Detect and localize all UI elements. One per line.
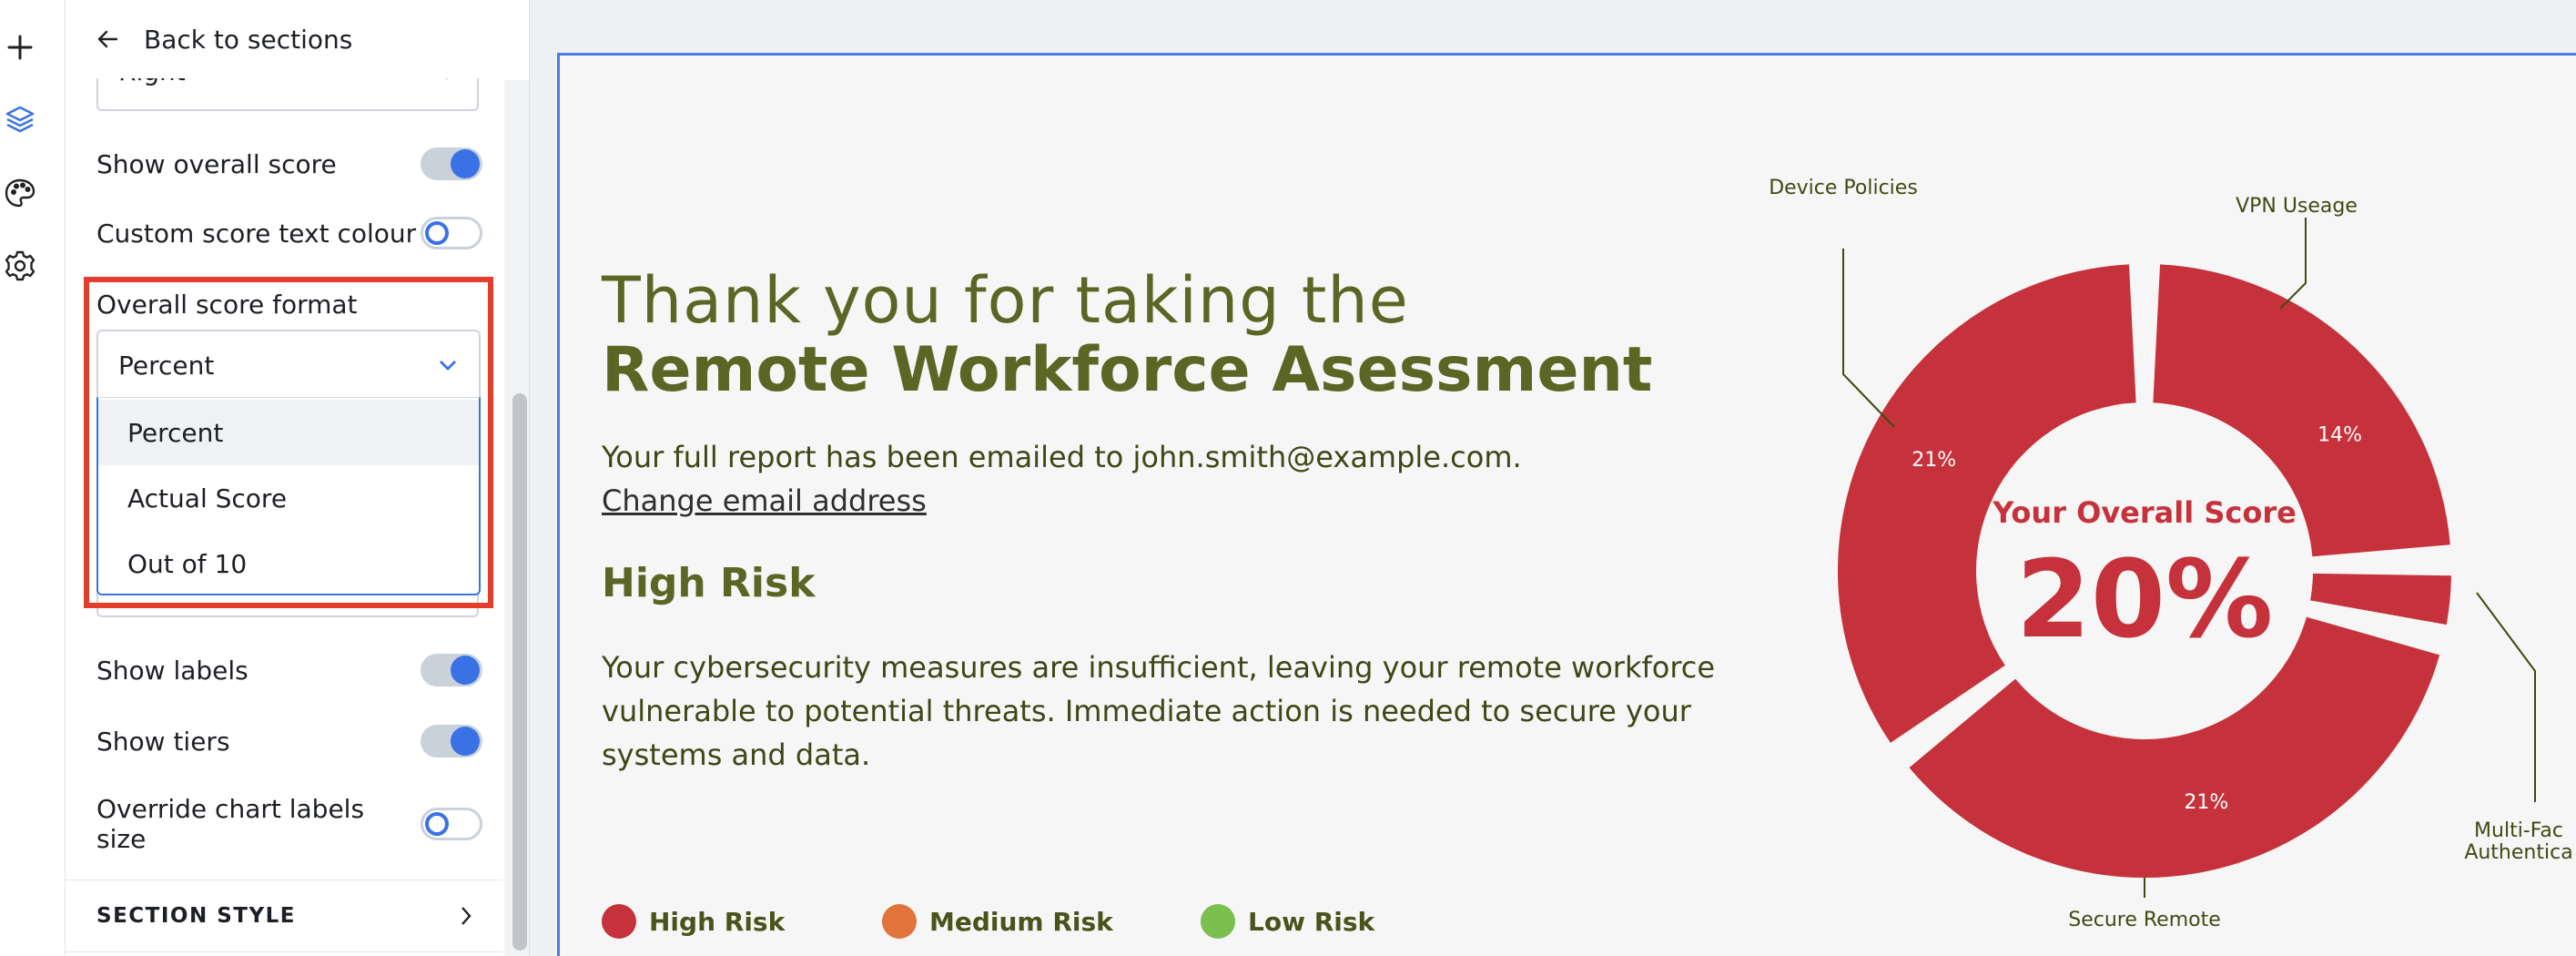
overall-score-format-options: Percent Actual Score Out of 10 <box>96 397 481 595</box>
overall-score-format-label: Overall score format <box>96 290 358 320</box>
donut-value-label-device-policies: 21% <box>1912 449 1956 472</box>
settings-panel: Back to sections Right Show overall scor… <box>66 0 530 956</box>
format-option-percent[interactable]: Percent <box>98 400 479 465</box>
override-chart-labels-size-label: Override chart labels size <box>96 794 365 854</box>
donut-callout-label-multi-factor-authentication: Multi-Fac Authentica <box>2464 819 2572 864</box>
show-overall-score-row: Show overall score <box>96 147 482 180</box>
show-labels-label: Show labels <box>96 655 248 686</box>
show-tiers-toggle[interactable] <box>421 725 482 758</box>
result-section-card[interactable]: Thank you for taking the Remote Workforc… <box>557 53 2576 956</box>
panel-scrollbar-thumb[interactable] <box>512 393 527 951</box>
donut-callout-label-device-policies: Device Policies <box>1769 177 1918 199</box>
arrow-left-icon <box>97 30 118 48</box>
custom-score-text-colour-row: Custom score text colour <box>96 217 482 249</box>
show-tiers-row: Show tiers <box>96 725 482 758</box>
icon-rail <box>0 0 66 956</box>
chevron-down-icon <box>440 361 456 371</box>
format-option-out-of-10[interactable]: Out of 10 <box>98 531 479 596</box>
custom-score-text-colour-toggle[interactable] <box>421 217 482 249</box>
back-to-sections-button[interactable]: Back to sections <box>66 0 529 78</box>
plus-icon[interactable] <box>0 27 40 67</box>
show-tiers-label: Show tiers <box>96 726 230 757</box>
overall-score-format-select[interactable]: Percent <box>96 330 481 399</box>
overall-score-value: 20% <box>2016 536 2273 662</box>
score-donut-chart: 14% VPN Useage Multi-Fac Authentica 21% Secur… <box>1769 177 2572 931</box>
show-labels-toggle[interactable] <box>421 654 482 686</box>
show-overall-score-toggle[interactable] <box>421 147 482 180</box>
donut-value-label-vpn-useage: 14% <box>2317 424 2362 447</box>
overall-score-title: Your Overall Score <box>1992 495 2297 530</box>
layers-icon[interactable] <box>0 100 40 140</box>
donut-callout-line-multi-factor-authentication <box>2476 592 2536 802</box>
section-style-label: SECTION STYLE <box>96 904 296 928</box>
donut-callout-line-device-policies <box>1842 249 1895 428</box>
donut-callout-label-vpn-useage: VPN Useage <box>2236 195 2358 218</box>
override-chart-labels-size-row: Override chart labels size <box>96 794 482 854</box>
overall-score-format-value: Percent <box>118 350 215 381</box>
custom-score-text-colour-label: Custom score text colour <box>96 218 417 249</box>
donut-callout-line-vpn-useage <box>2279 218 2307 310</box>
back-label: Back to sections <box>144 24 353 55</box>
preview-canvas: Thank you for taking the Remote Workforc… <box>530 0 2576 956</box>
override-chart-labels-size-toggle[interactable] <box>421 808 482 840</box>
show-overall-score-label: Show overall score <box>96 148 337 179</box>
show-labels-row: Show labels <box>96 654 482 686</box>
donut-callout-label-secure-remote: Secure Remote <box>2068 909 2221 931</box>
gear-icon[interactable] <box>0 246 40 286</box>
section-style-row[interactable]: SECTION STYLE <box>66 880 502 952</box>
donut-segment-multi-factor-authentication <box>2310 573 2451 625</box>
chevron-right-icon <box>461 907 472 925</box>
format-option-actual-score[interactable]: Actual Score <box>98 465 479 531</box>
palette-icon[interactable] <box>0 173 40 213</box>
donut-value-label-secure-remote: 21% <box>2184 791 2228 814</box>
